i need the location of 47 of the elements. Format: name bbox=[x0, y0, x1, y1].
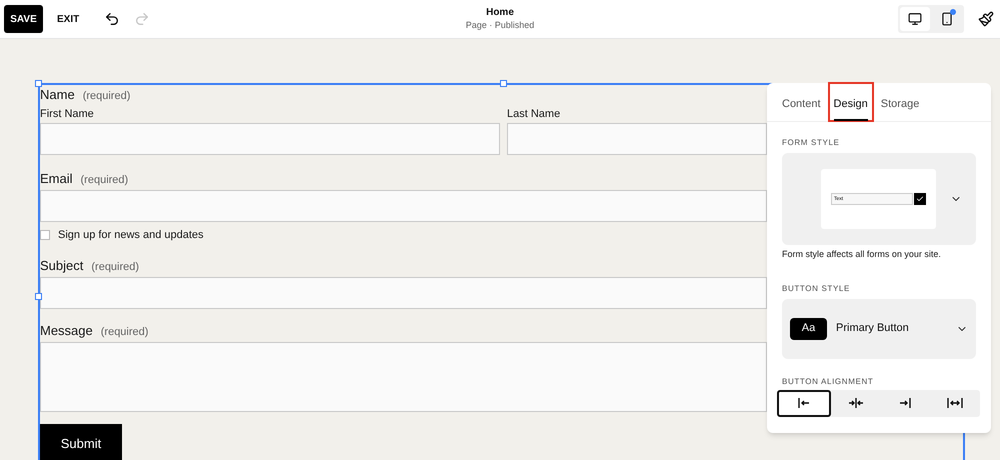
required-note: (required) bbox=[91, 260, 140, 275]
field-label: First Name bbox=[40, 107, 95, 120]
phone-icon bbox=[940, 12, 954, 26]
button-style-value: Primary Button bbox=[836, 321, 909, 336]
field-label: Last Name bbox=[507, 107, 562, 120]
redo-icon bbox=[134, 11, 150, 27]
section-heading: BUTTON ALIGNMENT bbox=[782, 376, 874, 388]
panel-tab[interactable]: Content bbox=[782, 83, 821, 121]
field-label: Name bbox=[40, 86, 75, 104]
align-full-icon bbox=[947, 397, 964, 409]
message-field[interactable] bbox=[40, 342, 767, 412]
button-style-picker[interactable]: Aa Primary Button bbox=[782, 298, 976, 358]
save-button[interactable]: SAVE bbox=[4, 5, 43, 33]
field-label: Message bbox=[40, 322, 93, 340]
section-heading: BUTTON STYLE bbox=[782, 282, 851, 294]
desktop-view-button[interactable] bbox=[900, 7, 930, 31]
paintbrush-icon bbox=[978, 11, 994, 27]
page-title: Home bbox=[486, 7, 514, 19]
align-right-icon bbox=[897, 397, 914, 409]
checkbox-label: Sign up for news and updates bbox=[58, 228, 204, 243]
panel-tab[interactable]: Design bbox=[828, 83, 873, 121]
text-field[interactable] bbox=[507, 123, 767, 155]
required-note: (required) bbox=[82, 89, 130, 104]
panel-tab[interactable]: Storage bbox=[880, 83, 920, 121]
alignment-option[interactable] bbox=[777, 390, 831, 416]
field-label: Subject bbox=[40, 257, 84, 275]
design-button[interactable] bbox=[978, 11, 994, 27]
align-left-icon bbox=[796, 397, 812, 409]
resize-handle-icon[interactable] bbox=[35, 80, 42, 87]
section-heading: FORM STYLE bbox=[782, 137, 841, 149]
field-label: Email bbox=[40, 170, 73, 188]
monitor-icon bbox=[908, 12, 922, 26]
submit-button[interactable]: Submit bbox=[40, 424, 122, 460]
page-status: Page · Published bbox=[466, 19, 534, 31]
form-style-caption: Form style affects all forms on your site. bbox=[782, 248, 942, 261]
email-field[interactable] bbox=[40, 190, 767, 222]
undo-button[interactable] bbox=[104, 11, 120, 27]
text-field[interactable] bbox=[40, 123, 500, 155]
resize-handle-icon[interactable] bbox=[500, 80, 507, 87]
exit-button[interactable]: EXIT bbox=[57, 12, 80, 26]
subject-field[interactable] bbox=[40, 277, 767, 309]
align-center-icon bbox=[848, 397, 864, 409]
required-note: (required) bbox=[80, 173, 128, 188]
checkbox[interactable] bbox=[40, 230, 50, 240]
button-swatch: Aa bbox=[790, 318, 827, 340]
required-note: (required) bbox=[100, 325, 148, 340]
undo-icon bbox=[104, 11, 120, 27]
